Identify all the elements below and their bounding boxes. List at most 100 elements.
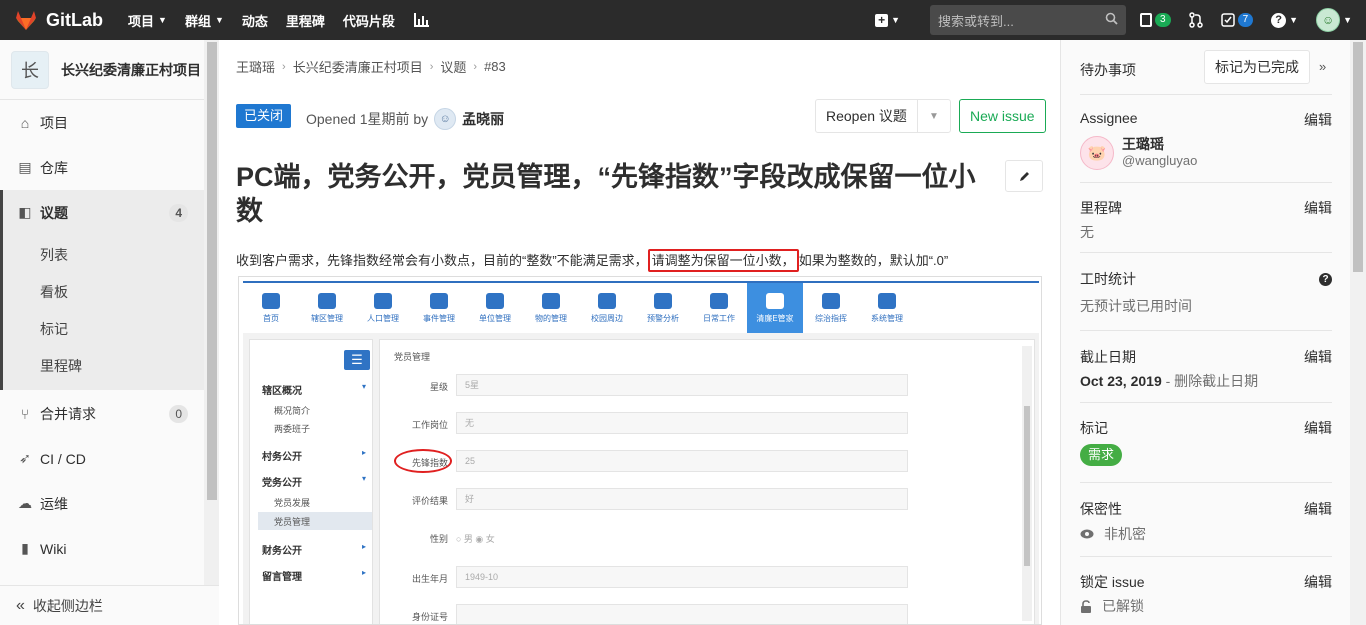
- app-form-scrollbar: [1022, 346, 1032, 621]
- mark-done-button[interactable]: 标记为已完成: [1204, 50, 1310, 84]
- user-menu[interactable]: ☺ ▼: [1316, 8, 1352, 32]
- issue-meta: Opened 1星期前 by ☺ 孟晓丽: [306, 108, 504, 130]
- rocket-icon: ➶: [19, 450, 31, 466]
- merge-requests-button[interactable]: [1188, 12, 1203, 28]
- search-input[interactable]: 搜索或转到...: [930, 5, 1127, 35]
- brand-name: GitLab: [46, 9, 103, 30]
- nav-activity[interactable]: 动态: [242, 11, 268, 30]
- sidebar-sub-labels[interactable]: 标记: [40, 319, 68, 339]
- app-nav-warning: 预警分析: [635, 283, 691, 333]
- lock-edit-link[interactable]: 编辑: [1304, 572, 1332, 592]
- labels-block: 标记 编辑 需求: [1080, 403, 1332, 483]
- app-menu-item: 留言管理 ▸: [262, 568, 366, 583]
- nav-milestones[interactable]: 里程碑: [286, 11, 325, 30]
- assignee-username: @wangluyao: [1122, 153, 1198, 168]
- app-nav-daily: 日常工作: [691, 283, 747, 333]
- app-nav-units: 单位管理: [467, 283, 523, 333]
- sidebar-item-project[interactable]: ⌂ 项目: [0, 100, 204, 145]
- sidebar-item-operations[interactable]: ☁ 运维: [0, 481, 204, 526]
- app-nav-population: 人口管理: [355, 283, 411, 333]
- collapse-sidebar-button[interactable]: « 收起侧边栏: [0, 585, 219, 625]
- cloud-gear-icon: ☁: [18, 495, 32, 511]
- sidebar-sub-boards[interactable]: 看板: [40, 282, 68, 302]
- labels-edit-link[interactable]: 编辑: [1304, 418, 1332, 438]
- page-scrollbar[interactable]: [1350, 40, 1366, 625]
- sidebar-item-merge-requests[interactable]: ⑂ 合并请求 0: [0, 391, 204, 436]
- sidebar-sub-list[interactable]: 列表: [40, 245, 68, 265]
- confidentiality-label: 保密性: [1080, 501, 1122, 517]
- collapse-right-sidebar-icon[interactable]: »: [1319, 59, 1326, 74]
- project-header[interactable]: 长 长兴纪委清廉正村项目: [0, 40, 204, 100]
- todos-button[interactable]: 7: [1220, 13, 1254, 27]
- confidentiality-value: 非机密: [1104, 526, 1146, 542]
- chevron-right-icon: ›: [429, 60, 434, 73]
- author-avatar[interactable]: ☺: [434, 108, 457, 130]
- breadcrumb-issues[interactable]: 议题: [440, 57, 466, 76]
- attached-screenshot[interactable]: 首页 辖区管理 人口管理 事件管理 单位管理 物的管理 校园周边 预警分析 日常…: [238, 276, 1042, 625]
- sidebar-item-issues[interactable]: ◧ 议题 4: [0, 190, 204, 235]
- author-name[interactable]: 孟晓丽: [462, 109, 504, 129]
- sidebar-sub-milestones[interactable]: 里程碑: [40, 356, 82, 376]
- nav-projects[interactable]: 项目 ▼: [128, 11, 167, 30]
- app-form-title: 党员管理: [394, 352, 431, 362]
- lock-value: 已解锁: [1102, 598, 1144, 614]
- app-menu-item: 村务公开 ▸: [262, 448, 366, 463]
- plus-square-icon: +: [875, 13, 889, 27]
- eye-icon: [1080, 529, 1094, 539]
- chevron-down-icon: ▼: [891, 15, 901, 25]
- sidebar-scrollbar[interactable]: [204, 40, 219, 585]
- milestone-edit-link[interactable]: 编辑: [1304, 198, 1332, 218]
- chevron-right-icon: ›: [282, 60, 286, 73]
- help-dropdown[interactable]: ? ▼: [1271, 12, 1298, 28]
- reopen-issue-button[interactable]: Reopen 议题 ▼: [815, 99, 951, 133]
- assignee-name[interactable]: 王璐瑶: [1122, 134, 1164, 154]
- breadcrumb-issue-id[interactable]: #83: [484, 59, 506, 74]
- assignee-edit-link[interactable]: 编辑: [1304, 110, 1332, 130]
- project-sidebar: 长 长兴纪委清廉正村项目 ⌂ 项目 ▤ 仓库 ◧ 议题 4 列表 看板 标记 里…: [0, 40, 219, 625]
- help-icon[interactable]: ?: [1319, 269, 1332, 286]
- due-date-edit-link[interactable]: 编辑: [1304, 347, 1332, 367]
- app-submenu-item: 概况简介: [274, 406, 311, 416]
- label-pill[interactable]: 需求: [1080, 444, 1123, 466]
- chevron-down-icon[interactable]: ▼: [918, 111, 950, 122]
- chevron-down-icon: ▼: [214, 15, 224, 25]
- chart-icon[interactable]: [413, 13, 429, 27]
- new-dropdown[interactable]: + ▼: [875, 13, 901, 27]
- help-icon: ?: [1271, 12, 1287, 28]
- issues-button[interactable]: 3: [1140, 13, 1171, 27]
- sidebar-item-cicd[interactable]: ➶ CI / CD: [0, 436, 204, 481]
- remove-due-date-link[interactable]: - 删除截止日期: [1162, 373, 1259, 389]
- breadcrumb: 王璐瑶 › 长兴纪委清廉正村项目 › 议题 › #83: [236, 57, 506, 76]
- app-submenu-item-active: 党员管理: [274, 517, 311, 527]
- app-nav-command: 综治指挥: [803, 283, 859, 333]
- confidentiality-block: 保密性 编辑 非机密: [1080, 483, 1332, 557]
- milestone-block: 里程碑 编辑 无: [1080, 183, 1332, 253]
- app-nav-events: 事件管理: [411, 283, 467, 333]
- breadcrumb-user[interactable]: 王璐瑶: [236, 57, 275, 76]
- doc-icon: ▤: [18, 159, 32, 175]
- assignee-block: Assignee 编辑 🐷 王璐瑶 @wangluyao: [1080, 95, 1332, 183]
- todo-block: 待办事项 标记为已完成: [1080, 40, 1332, 95]
- merge-request-icon: ⑂: [20, 405, 30, 422]
- todo-label: 待办事项: [1080, 62, 1136, 78]
- sidebar-item-wiki[interactable]: ▮ Wiki: [0, 526, 204, 571]
- labels-label: 标记: [1080, 420, 1108, 436]
- new-issue-button[interactable]: New issue: [959, 99, 1046, 133]
- sidebar-item-repository[interactable]: ▤ 仓库: [0, 145, 204, 190]
- app-submenu-item: 两委班子: [274, 424, 311, 434]
- status-badge: 已关闭: [236, 104, 292, 128]
- breadcrumb-project[interactable]: 长兴纪委清廉正村项目: [293, 57, 423, 76]
- confidentiality-edit-link[interactable]: 编辑: [1304, 499, 1332, 519]
- assignee-avatar[interactable]: 🐷: [1080, 136, 1114, 170]
- chevron-right-icon: ›: [473, 60, 478, 73]
- nav-groups[interactable]: 群组 ▼: [185, 11, 224, 30]
- nav-snippets[interactable]: 代码片段: [343, 11, 395, 30]
- app-nav-home: 首页: [243, 283, 299, 333]
- app-nav-district: 辖区管理: [299, 283, 355, 333]
- issues-submenu: [0, 235, 204, 390]
- todo-check-icon: [1220, 13, 1235, 27]
- gitlab-logo[interactable]: GitLab: [14, 9, 124, 31]
- highlighted-text: 请调整为保留一位小数，: [647, 249, 799, 272]
- edit-title-button[interactable]: [1005, 160, 1043, 192]
- app-menu-item: 党务公开 ▾: [262, 474, 366, 489]
